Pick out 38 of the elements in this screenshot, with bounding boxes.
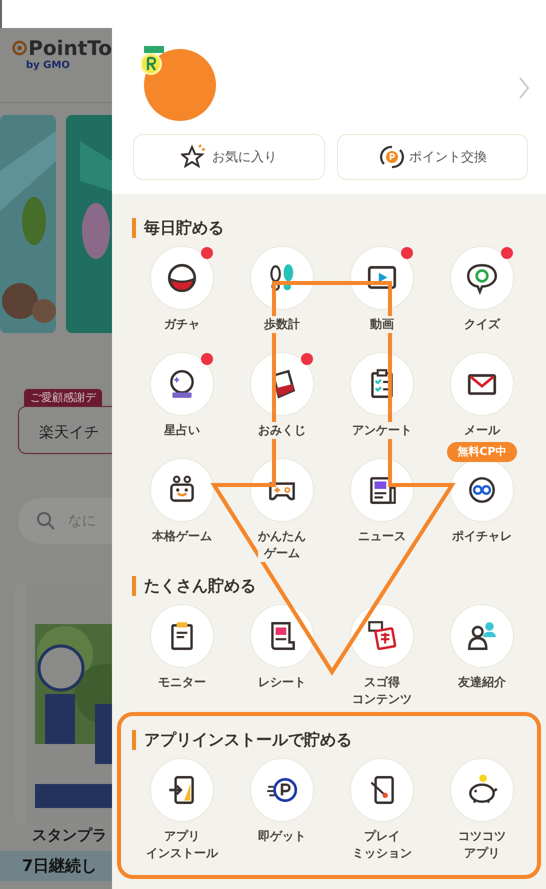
menu-item[interactable]: クイズ: [432, 246, 532, 333]
menu-item[interactable]: プレイ ミッション: [332, 758, 432, 862]
campaign-tag: ご愛顧感謝デ: [24, 389, 102, 406]
speech-bubble-icon: [465, 261, 499, 295]
chevron-right-icon[interactable]: [518, 76, 530, 100]
favorites-button[interactable]: お気に入り: [133, 134, 324, 180]
menu-item[interactable]: メール: [432, 352, 532, 439]
capsule-icon: [165, 261, 199, 295]
campaign-badge: 無料CP中: [447, 442, 517, 462]
campaign-card[interactable]: 楽天イチ: [18, 406, 112, 454]
menu-item[interactable]: おみくじ: [232, 352, 332, 439]
menu-item[interactable]: レシート: [232, 604, 332, 691]
discount-tag-icon: [365, 619, 399, 653]
point-exchange-button[interactable]: ポイント交換: [336, 134, 528, 180]
menu-item[interactable]: コツコツ アプリ: [432, 758, 532, 862]
menu-item[interactable]: 無料CP中 ポイチャレ: [432, 442, 532, 545]
menu-item[interactable]: 友達紹介: [432, 604, 532, 691]
menu-item[interactable]: ガチャ: [132, 246, 232, 333]
menu-item[interactable]: 本格ゲーム: [132, 458, 232, 545]
search-icon: [36, 511, 56, 531]
campaign-banner[interactable]: 7日継続し: [0, 851, 112, 881]
people-icon: [465, 619, 499, 653]
menu-item[interactable]: モニター: [132, 604, 232, 691]
logo-text: PointTo: [28, 36, 112, 60]
menu-item[interactable]: かんたん ゲーム: [232, 458, 332, 562]
logo-subtitle: by GMO: [26, 60, 71, 71]
menu-item[interactable]: ニュース: [332, 458, 432, 545]
menu-item[interactable]: 動画: [332, 246, 432, 333]
card-caption: スタンプラ: [32, 826, 108, 845]
rank-medal-icon: [141, 46, 167, 76]
menu-item[interactable]: アプリ インストール: [132, 758, 232, 862]
menu-item[interactable]: アンケート: [332, 352, 432, 439]
campaign-title: 楽天イチ: [39, 423, 99, 442]
menu-item[interactable]: 歩数計: [232, 246, 332, 333]
menu-item[interactable]: 即ゲット: [232, 758, 332, 845]
point-exchange-icon: [378, 144, 406, 170]
menu-item[interactable]: スゴ得 コンテンツ: [332, 604, 432, 708]
menu-item[interactable]: 星占い: [132, 352, 232, 439]
